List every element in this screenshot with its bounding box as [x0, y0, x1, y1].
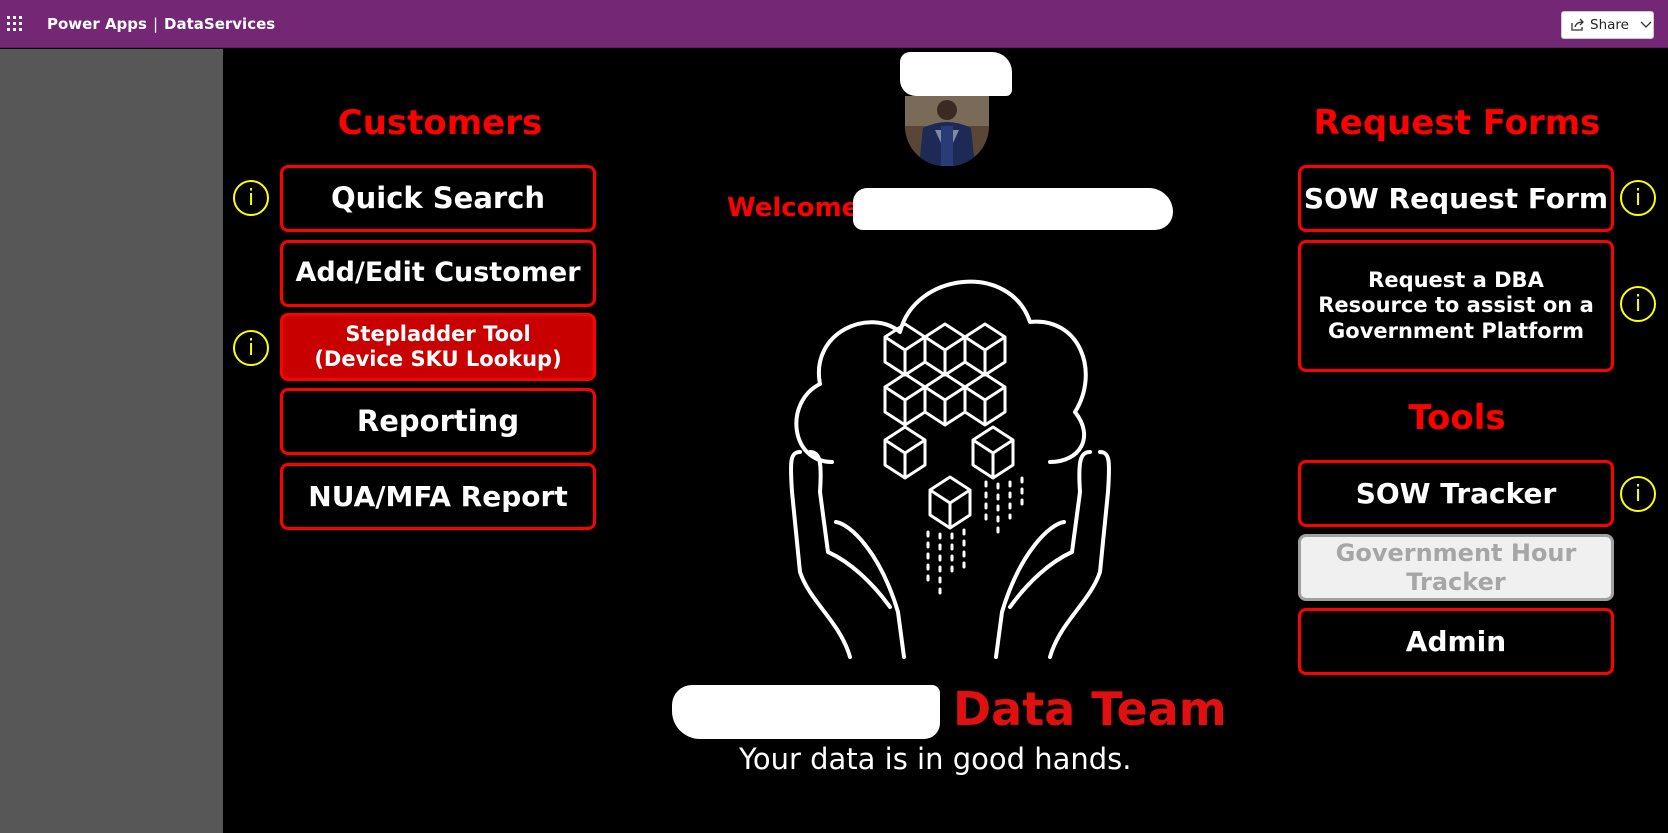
title-separator: | [152, 15, 159, 33]
info-icon-quick-search[interactable]: i [233, 180, 269, 216]
tools-heading: Tools [1408, 398, 1506, 438]
sow-tracker-button[interactable]: SOW Tracker [1298, 460, 1614, 527]
tagline: Your data is in good hands. [739, 742, 1132, 776]
team-name: Data Team [953, 682, 1227, 736]
sow-request-form-button[interactable]: SOW Request Form [1298, 165, 1614, 232]
government-hour-tracker-button: Government Hour Tracker [1298, 534, 1614, 601]
redacted-team-prefix [672, 685, 940, 739]
nua-mfa-report-button[interactable]: NUA/MFA Report [280, 463, 596, 530]
redacted-name-top [900, 52, 1012, 96]
quick-search-button[interactable]: Quick Search [280, 165, 596, 232]
admin-button[interactable]: Admin [1298, 608, 1614, 675]
chevron-down-icon [1640, 21, 1652, 28]
customers-heading: Customers [337, 103, 543, 143]
info-icon-sow-tracker[interactable]: i [1620, 476, 1656, 512]
environment-name: DataServices [164, 15, 276, 33]
stepladder-tool-button[interactable]: Stepladder Tool (Device SKU Lookup) [280, 313, 596, 381]
info-icon-stepladder[interactable]: i [233, 330, 269, 366]
share-button[interactable]: Share [1561, 11, 1654, 39]
welcome-label: Welcome [727, 193, 860, 223]
redacted-username [853, 188, 1173, 230]
app-title: Power Apps | DataServices [47, 15, 275, 33]
app-name[interactable]: Power Apps [47, 15, 147, 33]
request-dba-resource-button[interactable]: Request a DBA Resource to assist on a Go… [1298, 240, 1614, 372]
info-icon-dba-resource[interactable]: i [1620, 286, 1656, 322]
top-bar: Power Apps | DataServices Share [0, 0, 1668, 48]
share-label: Share [1590, 17, 1629, 33]
left-gutter [0, 49, 223, 833]
info-icon-sow-request[interactable]: i [1620, 180, 1656, 216]
request-forms-heading: Request Forms [1313, 103, 1601, 143]
app-launcher-waffle-icon[interactable] [7, 16, 23, 32]
cloud-hands-cubes-logo [789, 279, 1111, 659]
add-edit-customer-button[interactable]: Add/Edit Customer [280, 240, 596, 307]
share-icon [1571, 18, 1584, 31]
reporting-button[interactable]: Reporting [280, 388, 596, 455]
